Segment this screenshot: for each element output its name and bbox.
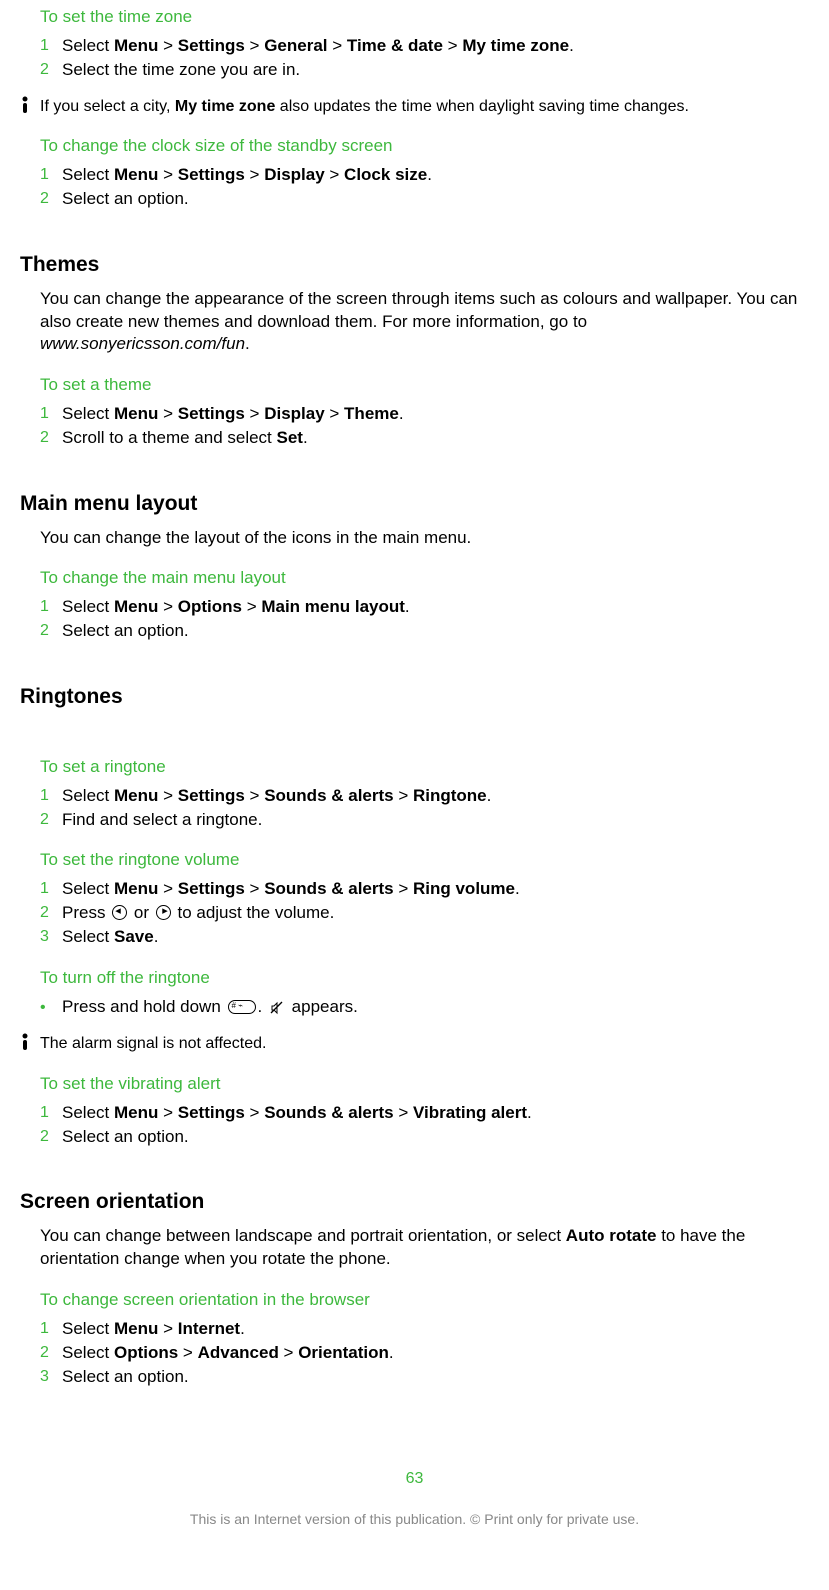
step-text: Select Menu > Options > Main menu layout… [62,596,799,619]
list-item: 2 Press or to adjust the volume. [40,902,799,925]
step-text: Select an option. [62,620,799,643]
step-number: 1 [40,1102,62,1124]
step-number: 1 [40,878,62,900]
step-text: Press or to adjust the volume. [62,902,799,925]
steps-vibrating-alert: 1 Select Menu > Settings > Sounds & aler… [40,1102,799,1149]
list-item: 3 Select an option. [40,1366,799,1389]
heading-clock-size: To change the clock size of the standby … [40,135,799,158]
steps-ringtone-volume: 1 Select Menu > Settings > Sounds & aler… [40,878,799,949]
step-text: Find and select a ringtone. [62,809,799,832]
step-text: Select Save. [62,926,799,949]
nav-right-icon [156,906,171,921]
step-text: Select Menu > Settings > Sounds & alerts… [62,1102,799,1125]
heading-set-theme: To set a theme [40,374,799,397]
step-text: Select Menu > Settings > Sounds & alerts… [62,878,799,901]
list-item: 1 Select Menu > Settings > Sounds & aler… [40,878,799,901]
list-item: 2 Select Options > Advanced > Orientatio… [40,1342,799,1365]
step-text: Select an option. [62,188,799,211]
step-number: 2 [40,620,62,642]
list-item: 2 Scroll to a theme and select Set. [40,427,799,450]
themes-para: You can change the appearance of the scr… [40,288,799,357]
list-item: 2 Find and select a ringtone. [40,809,799,832]
list-item: 1 Select Menu > Options > Main menu layo… [40,596,799,619]
step-number: 2 [40,427,62,449]
list-item: 1 Select Menu > Settings > General > Tim… [40,35,799,58]
heading-time-zone: To set the time zone [40,6,799,29]
list-item: 1 Select Menu > Settings > Display > Clo… [40,164,799,187]
heading-vibrating-alert: To set the vibrating alert [40,1073,799,1096]
steps-set-ringtone: 1 Select Menu > Settings > Sounds & aler… [40,785,799,832]
heading-set-ringtone: To set a ringtone [40,756,799,779]
section-orientation: Screen orientation [20,1188,799,1216]
step-number: 1 [40,1318,62,1340]
step-number: 3 [40,1366,62,1388]
footer-text: This is an Internet version of this publ… [20,1510,809,1529]
note-time-zone: If you select a city, My time zone also … [20,96,799,118]
step-number: 3 [40,926,62,948]
step-number: 1 [40,403,62,425]
steps-time-zone: 1 Select Menu > Settings > General > Tim… [40,35,799,82]
section-main-menu: Main menu layout [20,490,799,518]
section-themes: Themes [20,251,799,279]
step-number: 2 [40,1342,62,1364]
list-item: 2 Select an option. [40,1126,799,1149]
step-number: 1 [40,785,62,807]
step-text: Select Menu > Settings > Sounds & alerts… [62,785,799,808]
step-text: Select Options > Advanced > Orientation. [62,1342,799,1365]
note-text: The alarm signal is not affected. [40,1033,799,1055]
section-ringtones: Ringtones [20,683,799,711]
main-menu-para: You can change the layout of the icons i… [40,527,799,550]
info-icon [20,1033,40,1054]
list-item: 1 Select Menu > Internet. [40,1318,799,1341]
steps-turn-off-ringtone: • Press and hold down . appears. [40,996,799,1019]
list-item: 2 Select an option. [40,188,799,211]
step-text: Select Menu > Settings > Display > Theme… [62,403,799,426]
note-text: If you select a city, My time zone also … [40,96,799,118]
note-alarm: The alarm signal is not affected. [20,1033,799,1055]
heading-main-menu-layout: To change the main menu layout [40,567,799,590]
heading-turn-off-ringtone: To turn off the ringtone [40,967,799,990]
heading-ringtone-volume: To set the ringtone volume [40,849,799,872]
list-item: 1 Select Menu > Settings > Display > The… [40,403,799,426]
step-number: 2 [40,188,62,210]
step-text: Select Menu > Internet. [62,1318,799,1341]
page-content: To set the time zone 1 Select Menu > Set… [20,6,809,1388]
step-number: 1 [40,35,62,57]
page-number: 63 [20,1468,809,1490]
steps-orientation-browser: 1 Select Menu > Internet. 2 Select Optio… [40,1318,799,1389]
list-item: 3 Select Save. [40,926,799,949]
step-number: 2 [40,59,62,81]
step-number: 2 [40,1126,62,1148]
info-icon [20,96,40,117]
step-number: 2 [40,902,62,924]
step-text: Select an option. [62,1126,799,1149]
step-text: Scroll to a theme and select Set. [62,427,799,450]
steps-clock-size: 1 Select Menu > Settings > Display > Clo… [40,164,799,211]
heading-orientation-browser: To change screen orientation in the brow… [40,1289,799,1312]
step-number: 1 [40,596,62,618]
list-item: • Press and hold down . appears. [40,996,799,1019]
hash-key-icon [228,1001,256,1015]
step-text: Press and hold down . appears. [62,996,799,1019]
step-text: Select Menu > Settings > Display > Clock… [62,164,799,187]
nav-left-icon [112,906,127,921]
steps-set-theme: 1 Select Menu > Settings > Display > The… [40,403,799,450]
step-text: Select the time zone you are in. [62,59,799,82]
step-number: 2 [40,809,62,831]
list-item: 1 Select Menu > Settings > Sounds & aler… [40,1102,799,1125]
list-item: 1 Select Menu > Settings > Sounds & aler… [40,785,799,808]
step-number: 1 [40,164,62,186]
step-text: Select an option. [62,1366,799,1389]
silent-mode-icon [269,1000,285,1016]
steps-main-menu-layout: 1 Select Menu > Options > Main menu layo… [40,596,799,643]
orientation-para: You can change between landscape and por… [40,1225,799,1271]
step-text: Select Menu > Settings > General > Time … [62,35,799,58]
list-item: 2 Select the time zone you are in. [40,59,799,82]
bullet-icon: • [40,996,62,1016]
list-item: 2 Select an option. [40,620,799,643]
